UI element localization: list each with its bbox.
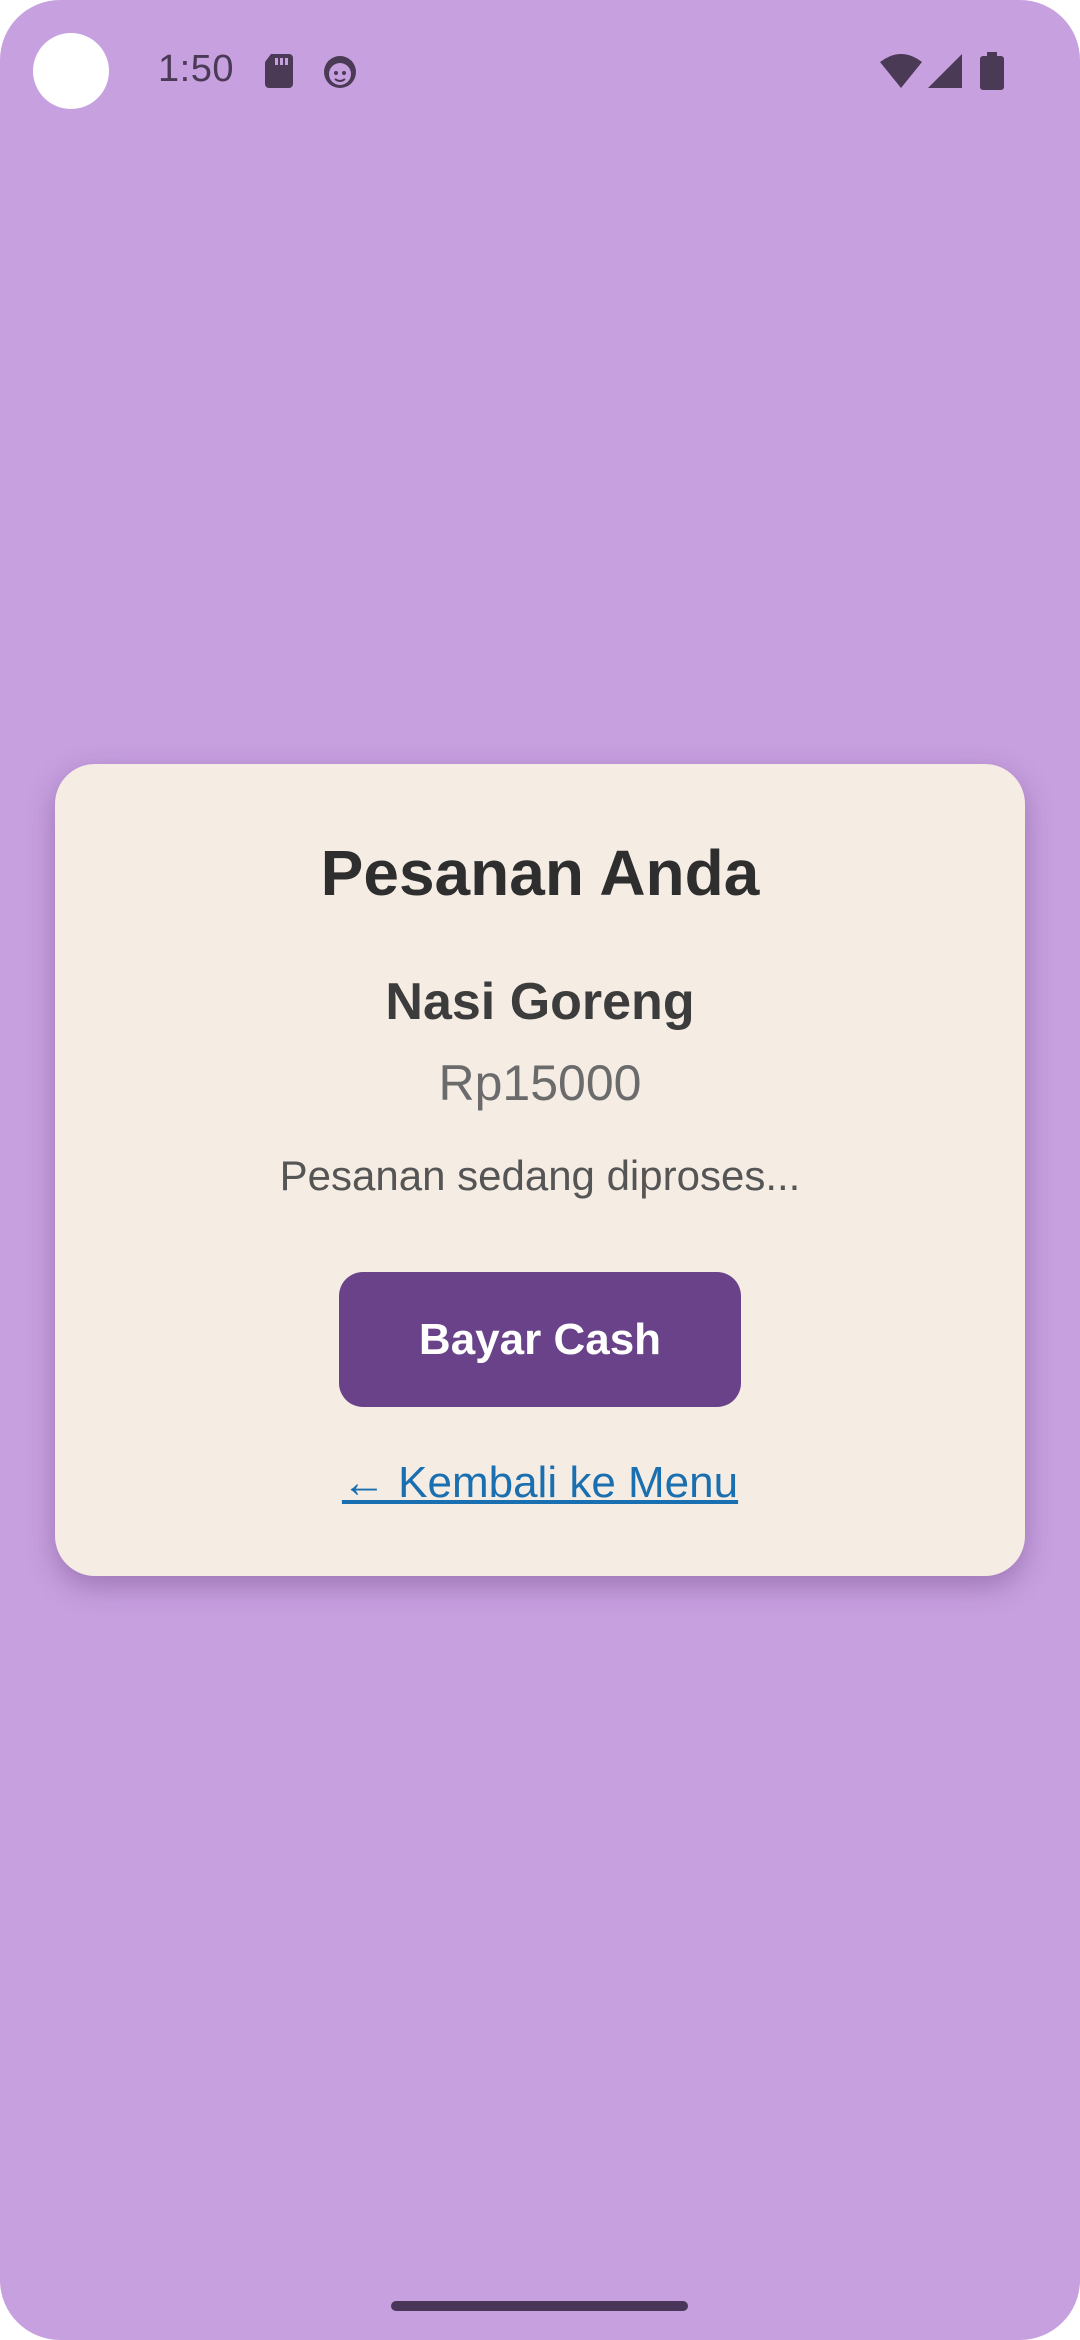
camera-cutout [33, 33, 109, 109]
signal-icon [928, 54, 962, 88]
item-name: Nasi Goreng [385, 973, 695, 1031]
order-status-text: Pesanan sedang diproses... [279, 1152, 801, 1199]
wifi-icon [880, 54, 922, 88]
home-indicator[interactable] [391, 2301, 688, 2311]
status-bar: 1:50 [0, 0, 1080, 140]
battery-icon [980, 52, 1004, 90]
page-title: Pesanan Anda [320, 837, 760, 909]
pay-cash-button[interactable]: Bayar Cash [339, 1272, 741, 1407]
sd-card-icon [265, 54, 293, 88]
status-time: 1:50 [158, 48, 234, 90]
app-screen: 1:50 Pesanan Anda Nasi Goreng Rp15000 Pe… [0, 0, 1080, 2340]
back-to-menu-link[interactable]: ← Kembali ke Menu [55, 1458, 1025, 1508]
order-card: Pesanan Anda Nasi Goreng Rp15000 Pesanan… [55, 764, 1025, 1576]
item-price: Rp15000 [438, 1055, 642, 1111]
face-icon [324, 56, 356, 88]
